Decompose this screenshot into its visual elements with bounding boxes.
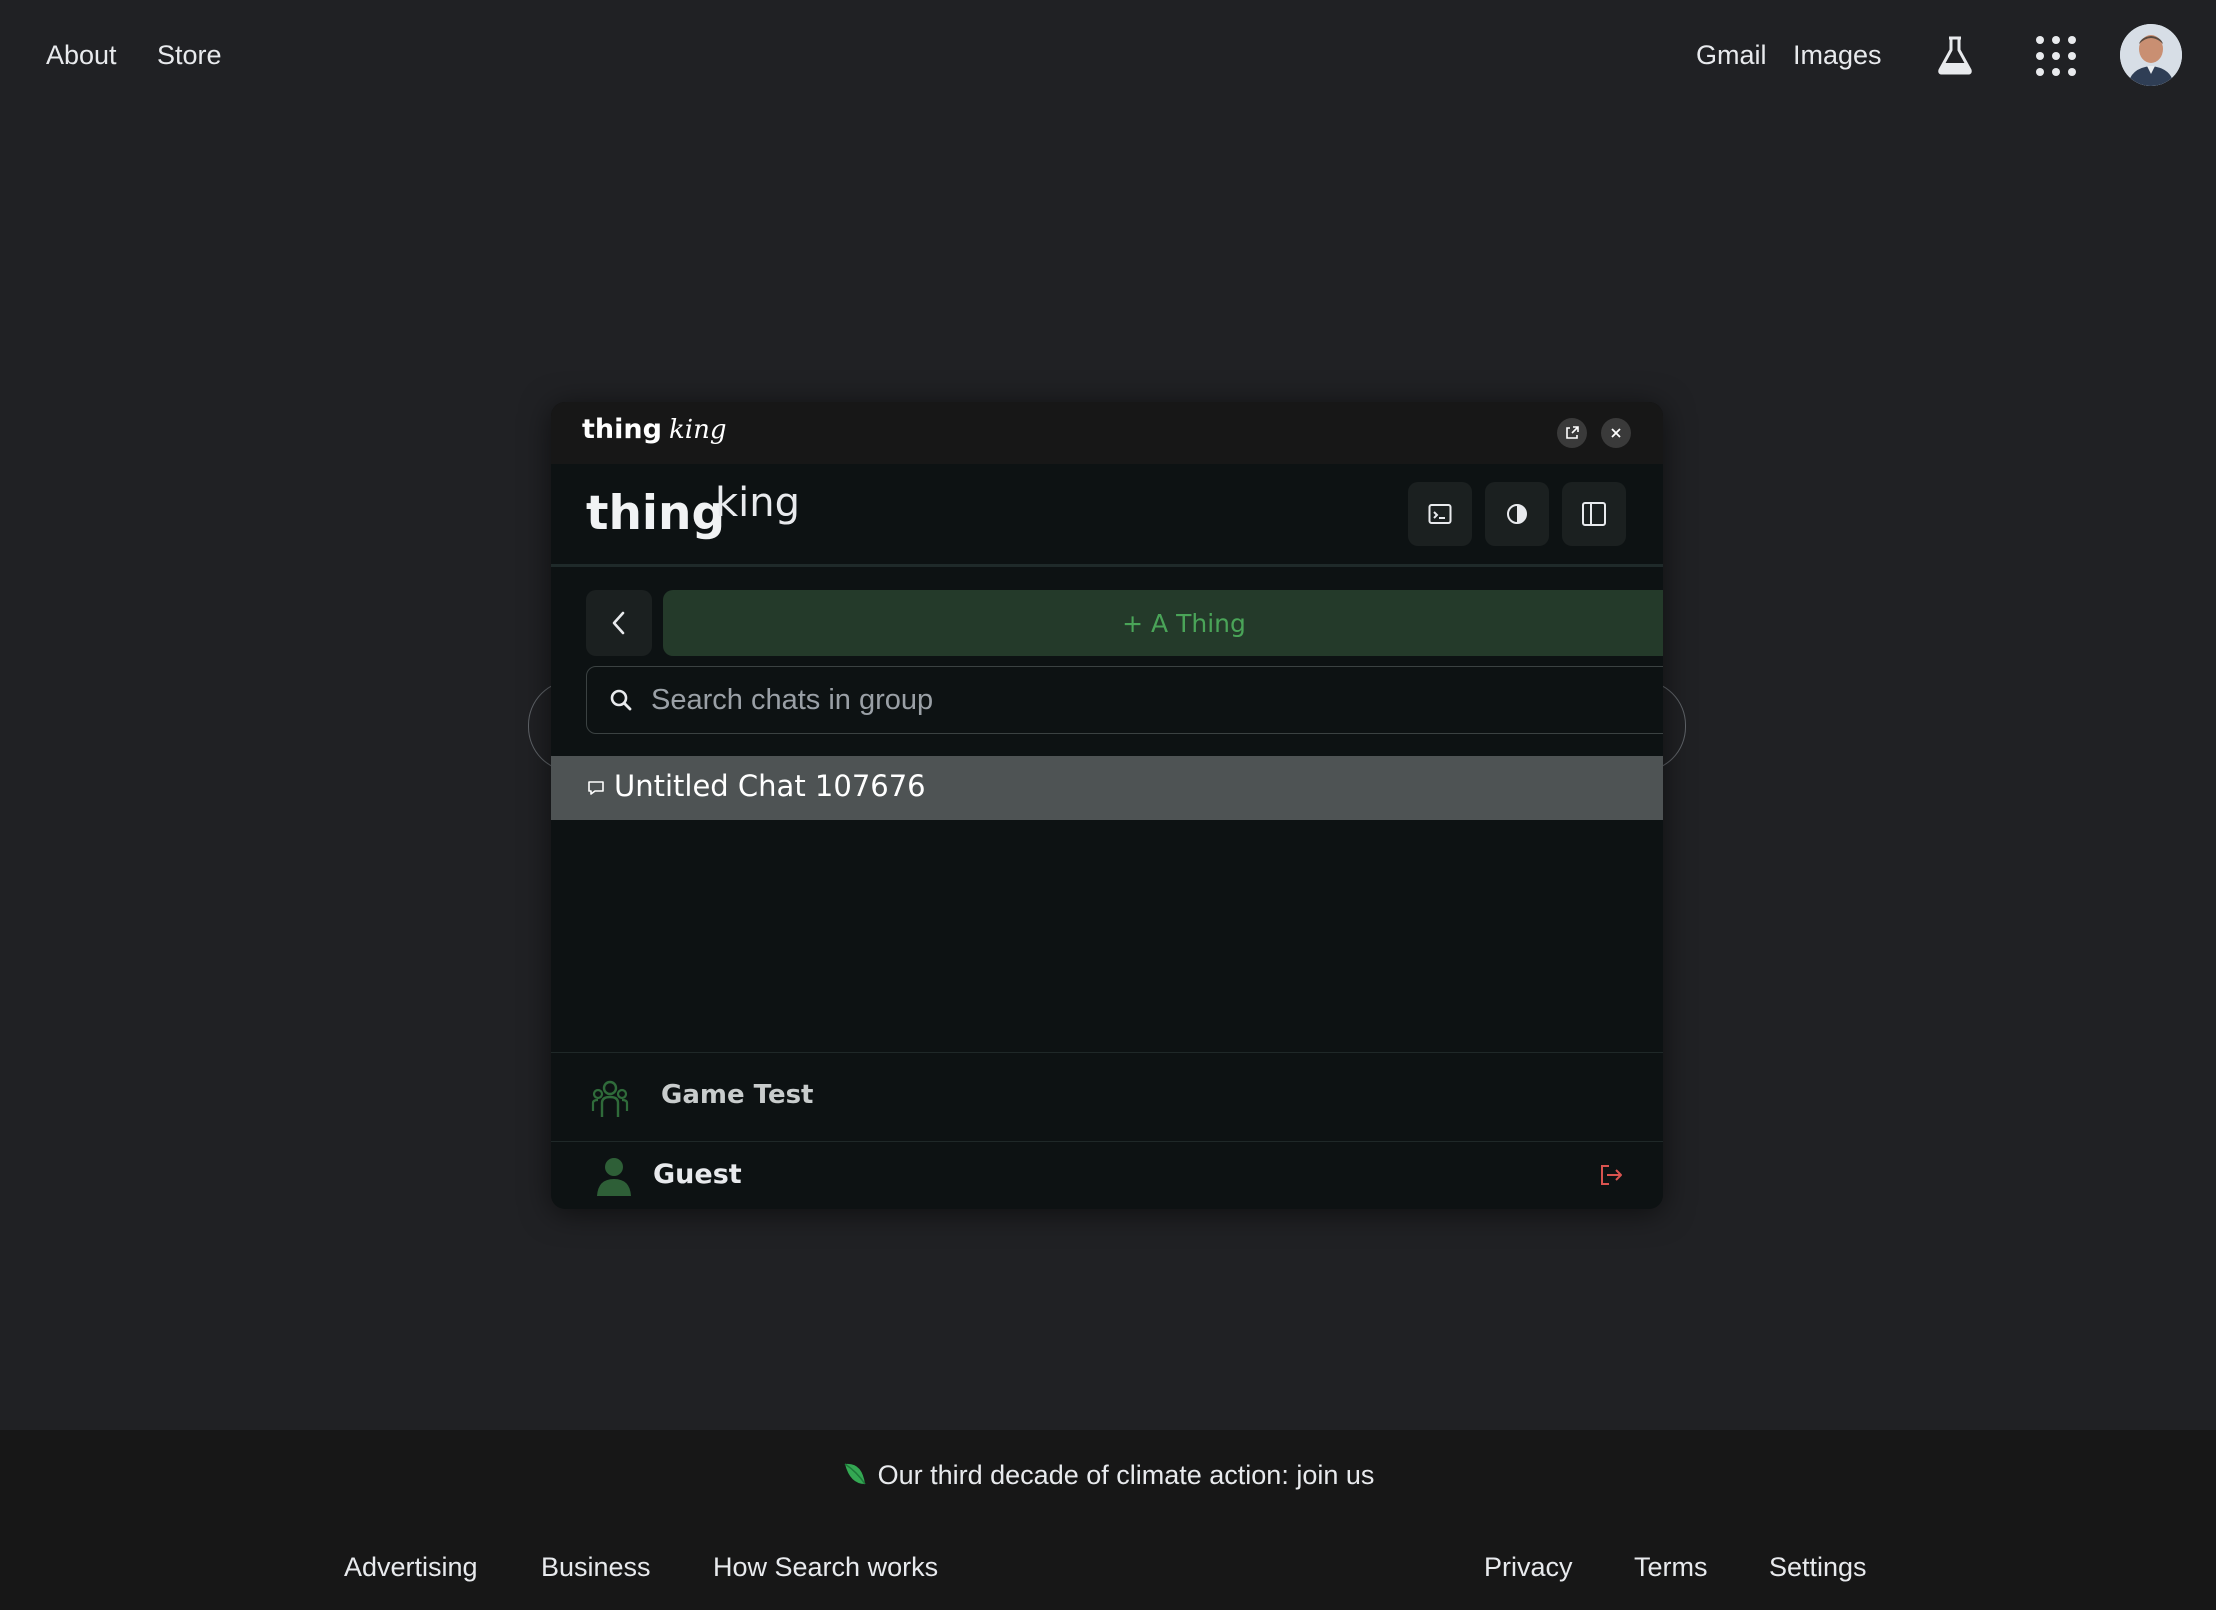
widget-titlebar[interactable]: thing king	[551, 402, 1663, 464]
apps-grid-icon[interactable]	[2036, 36, 2076, 76]
close-icon[interactable]	[1601, 418, 1631, 448]
search-icon	[610, 689, 632, 711]
footer: Our third decade of climate action: join…	[0, 1430, 2216, 1610]
add-thing-button[interactable]: + A Thing	[663, 590, 1663, 656]
group-name: Game Test	[661, 1080, 814, 1110]
thingking-widget: thing king thing king + A Thing Untitled…	[551, 402, 1663, 1209]
terminal-icon[interactable]	[1408, 482, 1472, 546]
logo-bold: thing	[586, 486, 726, 541]
images-link[interactable]: Images	[1793, 38, 1882, 72]
back-button[interactable]	[586, 590, 652, 656]
leaf-icon	[844, 1463, 866, 1485]
privacy-link[interactable]: Privacy	[1484, 1552, 1573, 1583]
business-link[interactable]: Business	[541, 1552, 651, 1583]
climate-banner: Our third decade of climate action: join…	[0, 1460, 2216, 1491]
logout-icon[interactable]	[1599, 1163, 1625, 1187]
contrast-icon[interactable]	[1485, 482, 1549, 546]
how-search-works-link[interactable]: How Search works	[713, 1552, 938, 1583]
advertising-link[interactable]: Advertising	[344, 1552, 478, 1583]
chevron-left-icon	[612, 611, 625, 635]
chat-bubble-icon	[588, 781, 604, 795]
widget-header: thing king	[551, 464, 1663, 567]
widget-title-bold: thing	[582, 414, 662, 445]
group-selector[interactable]: Game Test	[551, 1052, 1663, 1142]
chat-list-item[interactable]: Untitled Chat 107676	[551, 756, 1663, 820]
chat-title: Untitled Chat 107676	[614, 769, 926, 803]
about-link[interactable]: About	[46, 38, 117, 72]
avatar[interactable]	[2120, 24, 2182, 86]
popout-icon[interactable]	[1557, 418, 1587, 448]
group-icon	[591, 1080, 629, 1117]
terms-link[interactable]: Terms	[1634, 1552, 1708, 1583]
user-row: Guest	[551, 1141, 1663, 1209]
settings-link[interactable]: Settings	[1769, 1552, 1867, 1583]
user-name: Guest	[653, 1159, 742, 1190]
gmail-link[interactable]: Gmail	[1696, 38, 1767, 72]
top-bar: About Store Gmail Images	[0, 0, 2216, 110]
search-chats-input[interactable]	[651, 667, 1663, 733]
user-icon	[597, 1158, 631, 1196]
sidebar-toggle-icon[interactable]	[1562, 482, 1626, 546]
climate-link[interactable]: Our third decade of climate action: join…	[878, 1460, 1375, 1490]
logo-light: king	[715, 480, 801, 526]
store-link[interactable]: Store	[157, 38, 222, 72]
widget-title-italic: king	[669, 415, 727, 445]
flask-icon[interactable]	[1932, 32, 1978, 78]
search-chats-field	[586, 666, 1663, 734]
